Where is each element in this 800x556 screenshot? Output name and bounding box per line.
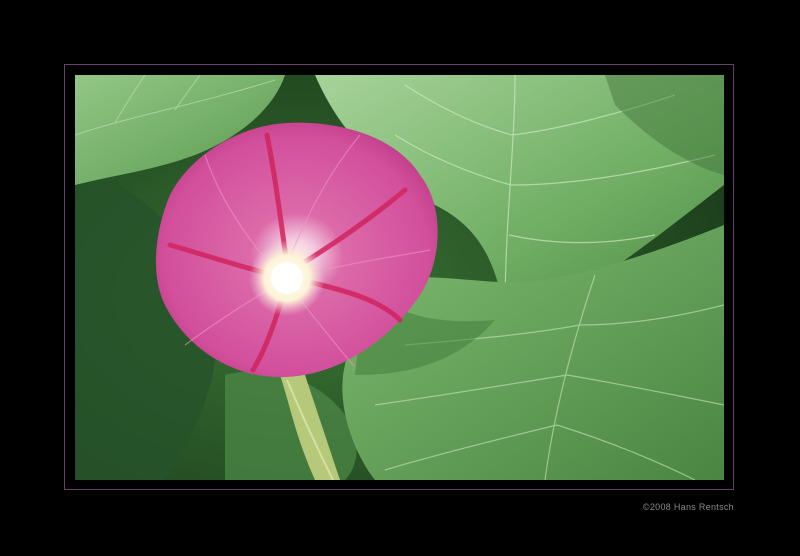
photo: [75, 75, 724, 480]
morning-glory-illustration: [75, 75, 724, 480]
photo-credit: ©2008 Hans Rentsch: [642, 502, 734, 512]
